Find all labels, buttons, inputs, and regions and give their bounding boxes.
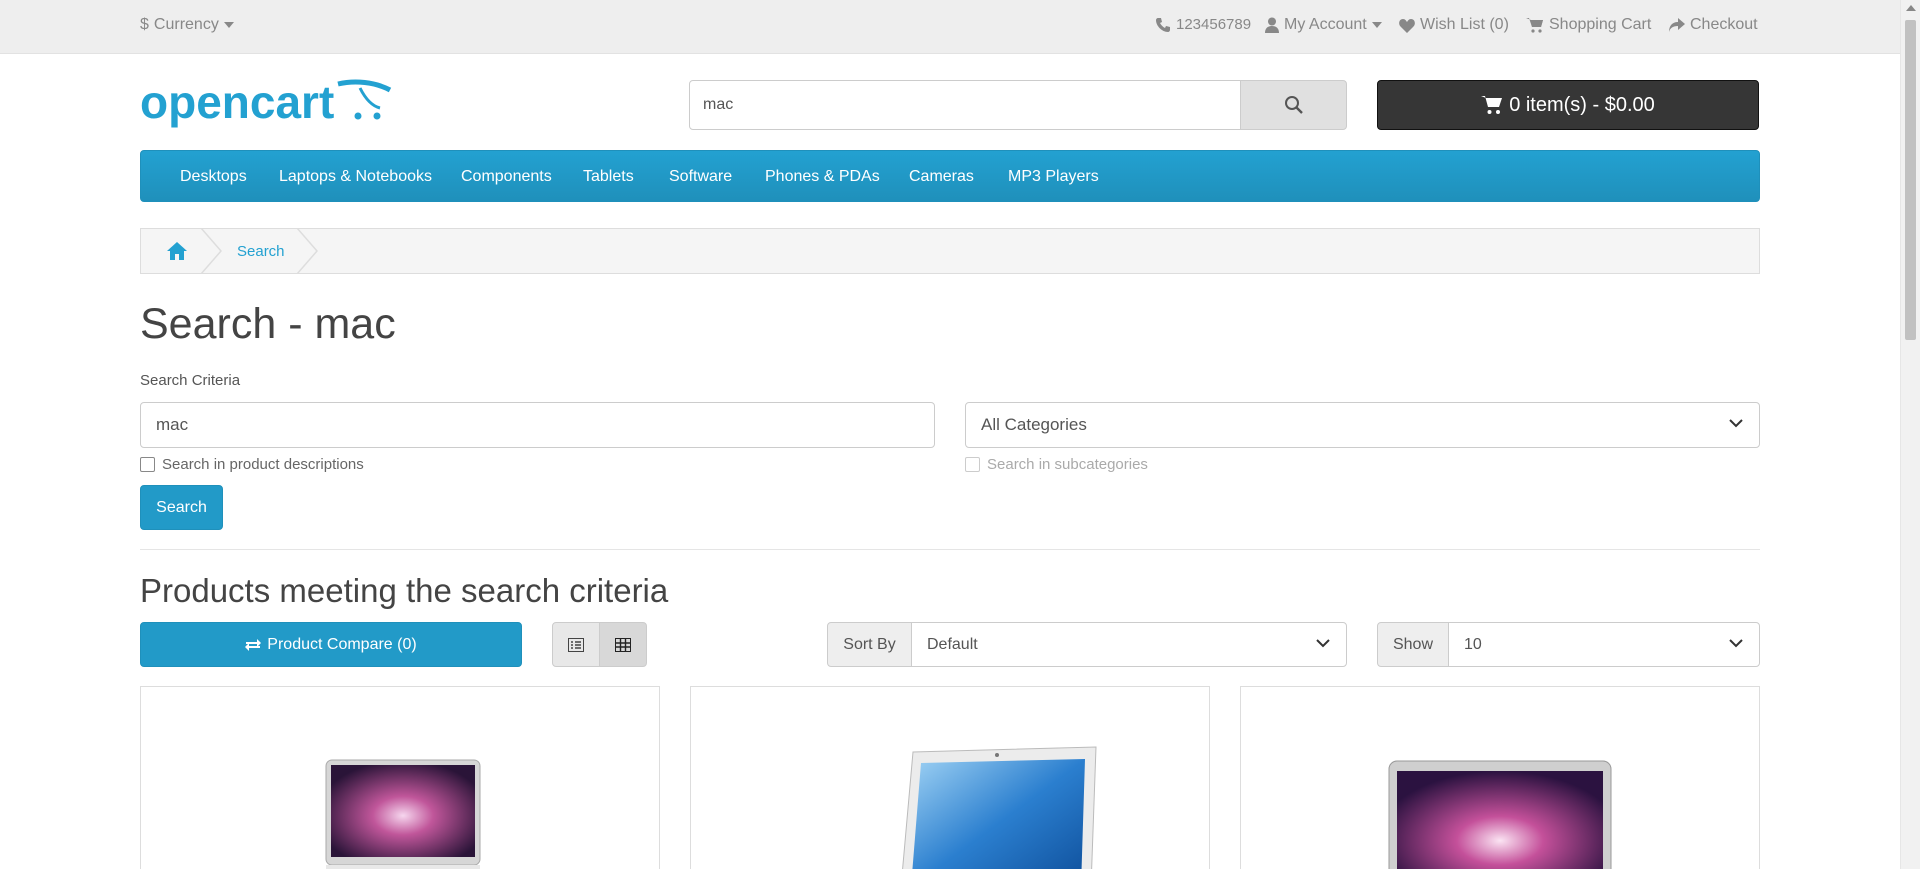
chevron-down-icon (1316, 638, 1330, 647)
my-account-dropdown[interactable]: My Account (1265, 16, 1382, 34)
currency-dropdown[interactable]: $ Currency (140, 16, 234, 34)
chevron-down-icon (1729, 638, 1743, 647)
exchange-icon (245, 638, 262, 651)
menu-item-mp3-players[interactable]: MP3 Players (1008, 168, 1099, 186)
breadcrumb: Search (140, 228, 1760, 274)
logo-cart-handle (337, 79, 392, 93)
logo-text: opencart (140, 78, 334, 128)
logo-wheel (373, 112, 381, 120)
main-menu: Desktops Laptops & Notebooks Components … (140, 150, 1760, 202)
search-input[interactable] (689, 80, 1241, 130)
scrollbar-thumb[interactable] (1905, 20, 1916, 340)
keyword-input[interactable]: mac (140, 402, 935, 448)
product-compare-label: Product Compare (0) (267, 635, 417, 653)
my-account-label: My Account (1284, 16, 1367, 33)
product-image[interactable] (691, 687, 1210, 869)
heart-icon (1399, 18, 1415, 33)
description-checkbox-label: Search in product descriptions (162, 456, 364, 473)
wish-list-label: Wish List (0) (1420, 16, 1509, 33)
currency-label: Currency (153, 16, 219, 33)
menu-item-cameras[interactable]: Cameras (909, 168, 974, 186)
breadcrumb-separator (297, 228, 318, 274)
sort-select[interactable]: Default (911, 622, 1347, 667)
page-scrollbar[interactable] (1900, 0, 1920, 869)
product-card[interactable] (690, 686, 1210, 869)
grid-icon (615, 637, 631, 652)
scroll-up-arrow-icon[interactable] (1906, 5, 1916, 11)
show-select[interactable]: 10 (1448, 622, 1760, 667)
top-bar: $ Currency 123456789 My Account Wish Lis… (0, 0, 1900, 54)
wish-list-link[interactable]: Wish List (0) (1399, 16, 1509, 34)
opencart-logo[interactable]: opencart (140, 78, 392, 130)
dollar-icon: $ (140, 16, 149, 33)
user-icon (1265, 17, 1279, 33)
subcategory-checkbox[interactable]: Search in subcategories (965, 456, 1148, 473)
menu-item-laptops[interactable]: Laptops & Notebooks (279, 168, 432, 186)
caret-down-icon (223, 22, 234, 28)
sort-by-label: Sort By (827, 622, 912, 667)
search-button[interactable] (1240, 80, 1347, 130)
list-view-button[interactable] (552, 622, 600, 667)
chevron-down-icon (1729, 419, 1743, 428)
product-card[interactable] (1240, 686, 1760, 869)
shopping-cart-label: Shopping Cart (1549, 16, 1652, 33)
cart-summary: 0 item(s) - $0.00 (1509, 93, 1655, 116)
description-checkbox[interactable]: Search in product descriptions (140, 456, 364, 473)
header-search (689, 80, 1347, 130)
menu-item-phones[interactable]: Phones & PDAs (765, 168, 880, 186)
checkbox-box[interactable] (140, 457, 155, 472)
home-icon[interactable] (166, 241, 188, 261)
product-image[interactable] (1241, 687, 1760, 869)
list-icon (568, 637, 584, 652)
search-icon (1284, 96, 1303, 114)
shopping-cart-link[interactable]: Shopping Cart (1526, 16, 1651, 34)
category-select[interactable]: All Categories (965, 402, 1760, 448)
checkout-link[interactable]: Checkout (1669, 16, 1758, 34)
subcategory-checkbox-label: Search in subcategories (987, 456, 1148, 473)
menu-item-components[interactable]: Components (461, 168, 552, 186)
breadcrumb-separator (201, 228, 222, 274)
show-label: Show (1377, 622, 1449, 667)
product-card[interactable] (140, 686, 660, 869)
search-submit-button[interactable]: Search (140, 485, 223, 530)
grid-view-button[interactable] (599, 622, 647, 667)
sort-value: Default (927, 635, 978, 653)
menu-item-software[interactable]: Software (669, 168, 732, 186)
caret-down-icon (1371, 22, 1382, 28)
phone-icon (1156, 17, 1170, 32)
keyword-value: mac (156, 415, 189, 434)
logo-cart-body (358, 87, 381, 110)
phone-link[interactable]: 123456789 (1155, 16, 1251, 33)
logo-wheel (354, 112, 362, 120)
checkout-label: Checkout (1690, 16, 1758, 33)
divider (140, 549, 1760, 550)
share-icon (1669, 18, 1685, 32)
product-image[interactable] (141, 687, 660, 869)
menu-item-tablets[interactable]: Tablets (583, 168, 634, 186)
results-heading: Products meeting the search criteria (140, 572, 669, 609)
breadcrumb-search[interactable]: Search (237, 243, 285, 260)
cart-icon (1481, 96, 1503, 114)
menu-item-desktops[interactable]: Desktops (180, 168, 247, 186)
cart-icon (1526, 18, 1543, 33)
product-compare-button[interactable]: Product Compare (0) (140, 622, 522, 667)
checkbox-box[interactable] (965, 457, 980, 472)
page-title: Search - mac (140, 300, 396, 348)
cart-button[interactable]: 0 item(s) - $0.00 (1377, 80, 1759, 130)
category-value: All Categories (981, 415, 1087, 434)
phone-number: 123456789 (1176, 16, 1252, 33)
search-criteria-label: Search Criteria (140, 372, 241, 389)
show-value: 10 (1464, 635, 1482, 653)
